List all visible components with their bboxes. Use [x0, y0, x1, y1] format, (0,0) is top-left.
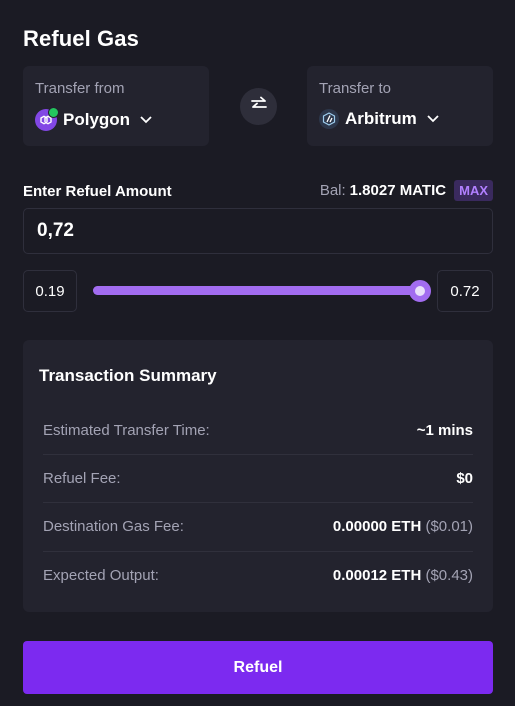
summary-value: 0.00012 ETH ($0.43): [332, 567, 473, 584]
amount-slider-thumb[interactable]: [409, 280, 431, 302]
summary-key: Estimated Transfer Time:: [43, 421, 210, 439]
transfer-to-label: Transfer to: [319, 80, 391, 97]
slider-max-value: 0.72: [437, 270, 493, 312]
transfer-from-chain: Polygon: [63, 110, 131, 129]
summary-row-transfer-time: Estimated Transfer Time: ~1 mins: [43, 406, 473, 454]
transfer-from-label: Transfer from: [35, 80, 125, 97]
transfer-to-chain: Arbitrum: [345, 109, 417, 128]
summary-row-refuel-fee: Refuel Fee: $0: [43, 454, 473, 502]
refuel-amount-input[interactable]: [23, 208, 493, 254]
balance-prefix: Bal:: [319, 182, 346, 199]
swap-icon: [250, 96, 268, 117]
summary-key: Expected Output:: [43, 567, 159, 584]
summary-key: Refuel Fee:: [43, 470, 121, 487]
amount-slider-fill: [93, 286, 421, 295]
page-title: Refuel Gas: [23, 26, 139, 51]
swap-chains-button[interactable]: [240, 88, 277, 125]
transfer-from-select[interactable]: Polygon: [35, 107, 197, 131]
summary-usd-value: ($0.43): [425, 567, 473, 584]
balance-value: 1.8027 MATIC: [349, 182, 447, 199]
summary-value: $0: [456, 470, 473, 487]
arbitrum-icon: [319, 109, 339, 129]
max-button[interactable]: MAX: [454, 180, 493, 201]
polygon-icon: [35, 107, 59, 131]
summary-title: Transaction Summary: [39, 366, 217, 385]
chevron-down-icon: [427, 115, 439, 123]
summary-value: 0.00000 ETH ($0.01): [332, 518, 473, 535]
balance-display: Bal: 1.8027 MATIC MAX: [320, 180, 493, 201]
chevron-down-icon: [140, 116, 152, 124]
amount-slider-track[interactable]: [93, 286, 421, 295]
summary-value: ~1 mins: [416, 421, 473, 439]
transfer-to-select[interactable]: Arbitrum: [319, 109, 481, 129]
refuel-amount-label: Enter Refuel Amount: [23, 183, 172, 200]
transfer-to-panel: Transfer to Arbitrum: [307, 66, 493, 146]
summary-usd-value: ($0.01): [425, 518, 473, 535]
transfer-from-panel: Transfer from Polygon: [23, 66, 209, 146]
summary-row-destination-gas-fee: Destination Gas Fee: 0.00000 ETH ($0.01): [43, 502, 473, 550]
summary-key: Destination Gas Fee:: [43, 518, 184, 535]
slider-min-value: 0.19: [23, 270, 77, 312]
summary-row-expected-output: Expected Output: 0.00012 ETH ($0.43): [43, 551, 473, 599]
refuel-button[interactable]: Refuel: [23, 641, 493, 694]
transaction-summary-panel: Transaction Summary Estimated Transfer T…: [23, 340, 493, 612]
